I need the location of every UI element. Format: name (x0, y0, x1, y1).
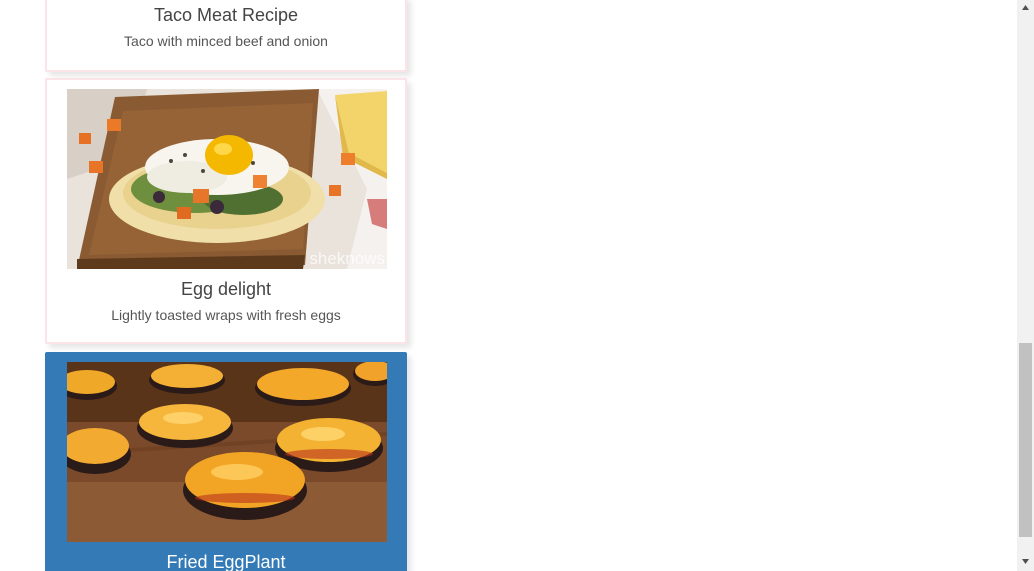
vertical-scrollbar[interactable] (1017, 0, 1034, 571)
egg-wrap-photo: sheknows (67, 89, 387, 269)
scrollbar-thumb[interactable] (1019, 343, 1032, 537)
triangle-down-icon[interactable] (1017, 554, 1034, 571)
triangle-up-icon[interactable] (1017, 0, 1034, 17)
photo-watermark: sheknows (309, 249, 385, 268)
recipe-card-egg-delight[interactable]: sheknows Egg delight Lightly toasted wra… (45, 78, 407, 344)
recipe-title: Taco Meat Recipe (153, 5, 299, 25)
page: Taco Meat Recipe Taco with minced beef a… (0, 0, 1034, 571)
recipe-title: Egg delight (180, 279, 272, 299)
recipe-description: Lightly toasted wraps with fresh eggs (111, 307, 341, 323)
fried-eggplant-photo (67, 362, 387, 542)
recipe-description: Taco with minced beef and onion (124, 33, 328, 49)
recipe-card-fried-eggplant[interactable]: Fried EggPlant (45, 352, 407, 571)
recipe-card-taco-meat[interactable]: Taco Meat Recipe Taco with minced beef a… (45, 0, 407, 72)
recipe-title: Fried EggPlant (166, 552, 286, 571)
